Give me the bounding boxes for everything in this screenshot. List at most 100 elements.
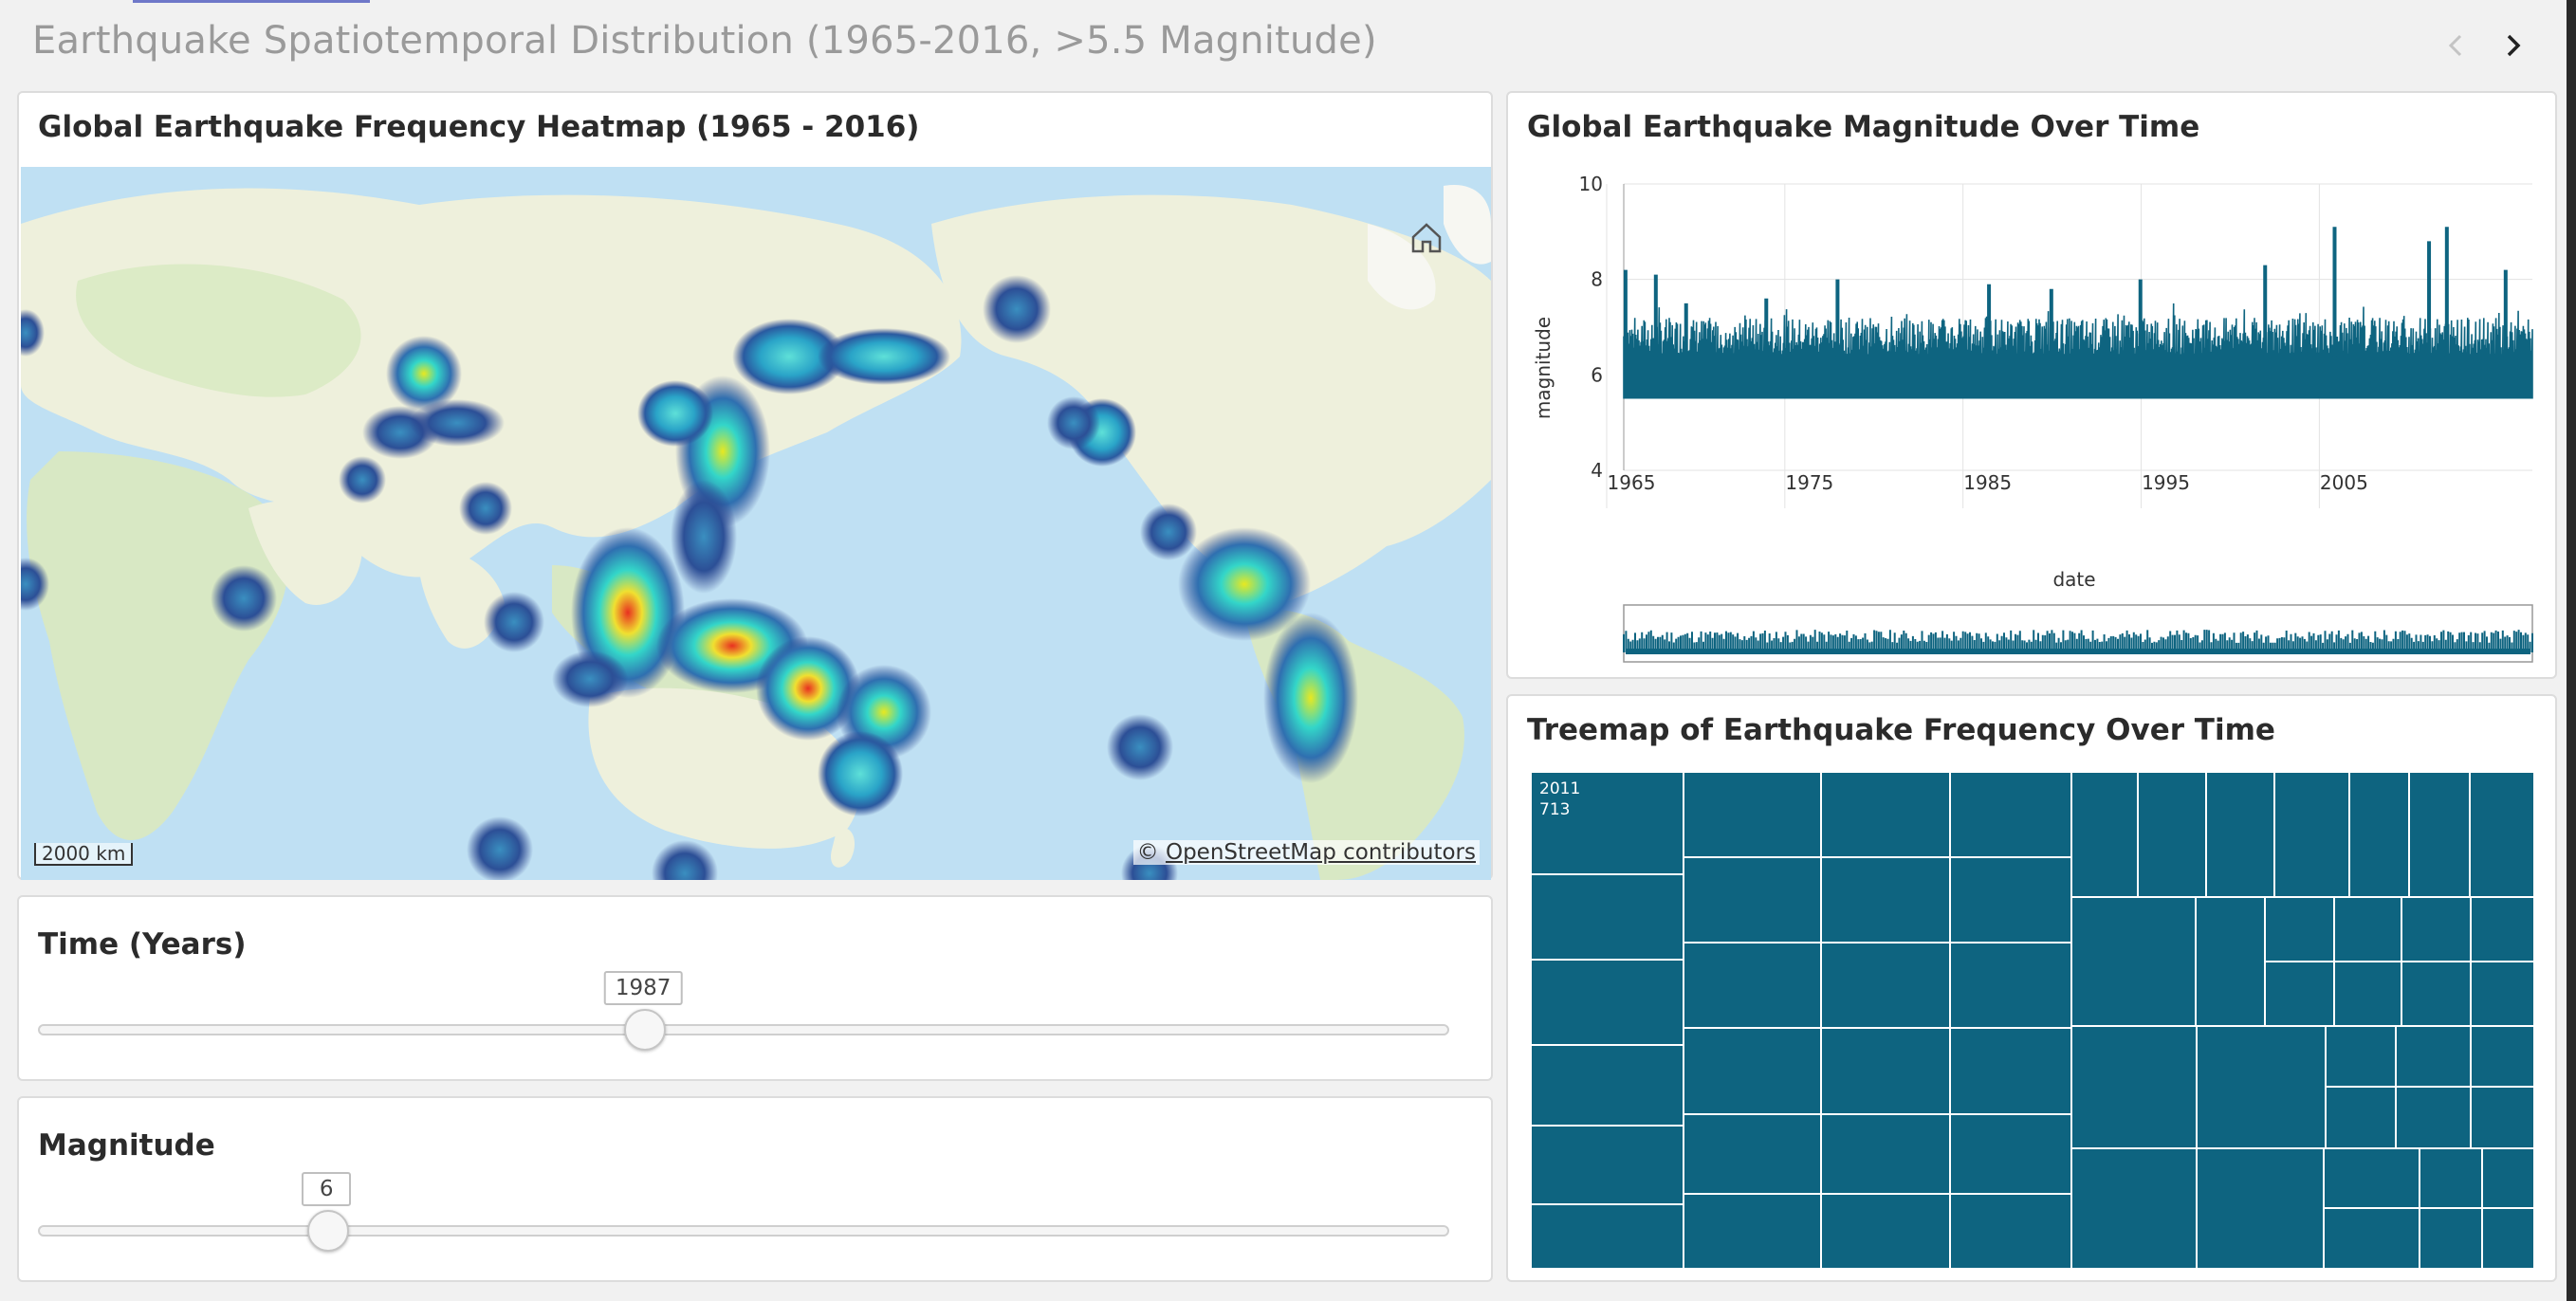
treemap-cell[interactable]: 2011 713 xyxy=(1531,772,1684,874)
treemap-cell[interactable] xyxy=(2420,1208,2482,1269)
x-tick-label: 1975 xyxy=(1785,471,1833,494)
heatmap-map[interactable]: 2000 km © OpenStreetMap contributors xyxy=(21,167,1491,880)
treemap-cell[interactable] xyxy=(2470,1087,2534,1148)
map-scale-bar: 2000 km xyxy=(34,842,134,866)
page-title: Earthquake Spatiotemporal Distribution (… xyxy=(32,19,1377,63)
treemap-cell[interactable] xyxy=(2071,1147,2197,1269)
treemap-cell[interactable] xyxy=(1950,772,2072,858)
treemap-cell[interactable] xyxy=(2396,1087,2471,1148)
treemap-cell[interactable] xyxy=(1531,1045,1684,1127)
magnitude-slider-handle[interactable] xyxy=(307,1210,350,1252)
chevron-left-icon[interactable] xyxy=(2438,27,2475,64)
treemap-cell[interactable] xyxy=(1820,857,1951,944)
y-tick-label: 8 xyxy=(1591,268,1603,291)
treemap-cell[interactable] xyxy=(2333,897,2402,962)
treemap-cell-year: 2011 xyxy=(1539,779,1581,798)
treemap-cell-count: 713 xyxy=(1539,800,1571,819)
treemap-cell[interactable] xyxy=(1531,1126,1684,1205)
heatmap-card: Global Earthquake Frequency Heatmap (196… xyxy=(17,91,1493,880)
treemap-cell[interactable] xyxy=(2196,1147,2325,1269)
y-tick-label: 10 xyxy=(1579,173,1603,195)
treemap-cell[interactable] xyxy=(2325,1026,2397,1088)
treemap-cell[interactable] xyxy=(2195,897,2266,1027)
x-tick-label: 2005 xyxy=(2320,471,2368,494)
treemap-cell[interactable] xyxy=(1683,1113,1821,1195)
treemap-cell[interactable] xyxy=(2071,1026,2198,1148)
x-tick-label: 1995 xyxy=(2142,471,2190,494)
magnitude-filter-card: Magnitude 6 xyxy=(17,1096,1493,1282)
treemap-cell[interactable] xyxy=(1950,1194,2072,1269)
copyright-symbol: © xyxy=(1136,840,1159,865)
chevron-right-icon[interactable] xyxy=(2494,27,2532,64)
treemap-cell[interactable] xyxy=(2197,1026,2326,1148)
y-tick-label: 4 xyxy=(1591,459,1603,482)
treemap-cell[interactable] xyxy=(1820,1113,1951,1195)
magnitude-filter-title: Magnitude xyxy=(38,1128,215,1163)
treemap-cell[interactable] xyxy=(1950,943,2072,1029)
line-chart-ylabel: magnitude xyxy=(1532,317,1555,419)
treemap-cell[interactable] xyxy=(2396,1026,2471,1088)
treemap-cell[interactable] xyxy=(1683,772,1821,858)
treemap-cell[interactable] xyxy=(2265,962,2334,1027)
treemap-cell[interactable] xyxy=(2401,962,2471,1027)
treemap-cell[interactable] xyxy=(2349,772,2410,898)
treemap-cell-label: 2011 713 xyxy=(1539,779,1580,820)
time-slider-value: 1987 xyxy=(603,971,683,1005)
treemap-cell[interactable] xyxy=(1820,943,1951,1029)
treemap-cell[interactable] xyxy=(2071,772,2138,898)
treemap-cell[interactable] xyxy=(2470,962,2534,1027)
time-slider-track[interactable] xyxy=(38,1024,1449,1035)
treemap-cell[interactable] xyxy=(2481,1147,2534,1209)
time-filter-card: Time (Years) 1987 xyxy=(17,895,1493,1081)
treemap-cell[interactable] xyxy=(1950,1113,2072,1195)
treemap-cell[interactable] xyxy=(1683,1028,1821,1114)
map-attribution: © OpenStreetMap contributors xyxy=(1132,840,1480,865)
frequency-treemap[interactable]: 2011 713 xyxy=(1531,772,2534,1269)
line-chart-xlabel: date xyxy=(2052,568,2095,591)
x-tick-label: 1965 xyxy=(1608,471,1656,494)
treemap-card: Treemap of Earthquake Frequency Over Tim… xyxy=(1506,694,2557,1282)
treemap-cell[interactable] xyxy=(1950,857,2072,944)
treemap-cell[interactable] xyxy=(1820,1028,1951,1114)
treemap-cell[interactable] xyxy=(2137,772,2207,898)
heatmap-title: Global Earthquake Frequency Heatmap (196… xyxy=(38,110,920,144)
osm-attribution-link[interactable]: OpenStreetMap contributors xyxy=(1166,840,1476,865)
treemap-cell[interactable] xyxy=(2481,1208,2534,1269)
treemap-cell[interactable] xyxy=(2274,772,2350,898)
magnitude-line-chart[interactable]: magnitude date 10 8 6 41965 1975 1985 1995 2005 xyxy=(1508,93,2555,677)
treemap-cell[interactable] xyxy=(1820,1194,1951,1269)
treemap-cell[interactable] xyxy=(2401,897,2471,962)
home-icon[interactable] xyxy=(1406,216,1447,258)
treemap-cell[interactable] xyxy=(2333,962,2402,1027)
treemap-cell[interactable] xyxy=(2325,1087,2397,1148)
treemap-cell[interactable] xyxy=(1950,1028,2072,1114)
map-canvas[interactable] xyxy=(21,167,1491,880)
treemap-cell[interactable] xyxy=(2470,897,2534,962)
treemap-cell[interactable] xyxy=(1531,873,1684,961)
treemap-cell[interactable] xyxy=(2409,772,2471,898)
treemap-cell[interactable] xyxy=(2324,1147,2420,1209)
magnitude-slider-value: 6 xyxy=(302,1172,352,1206)
treemap-cell[interactable] xyxy=(2324,1208,2420,1269)
time-slider-handle[interactable] xyxy=(624,1009,667,1051)
navigator-band xyxy=(1626,649,2530,654)
treemap-cell[interactable] xyxy=(1531,960,1684,1046)
treemap-cell[interactable] xyxy=(2470,772,2534,898)
treemap-cell[interactable] xyxy=(2071,897,2196,1027)
treemap-cell[interactable] xyxy=(1820,772,1951,858)
treemap-cell[interactable] xyxy=(1683,943,1821,1029)
x-tick-label: 1985 xyxy=(1963,471,2012,494)
magnitude-series-band xyxy=(1624,356,2532,399)
treemap-cell[interactable] xyxy=(1531,1204,1684,1269)
treemap-cell[interactable] xyxy=(1683,1194,1821,1269)
time-filter-title: Time (Years) xyxy=(38,927,247,962)
treemap-cell[interactable] xyxy=(2420,1147,2482,1209)
scale-label: 2000 km xyxy=(34,843,134,866)
treemap-title: Treemap of Earthquake Frequency Over Tim… xyxy=(1527,713,2275,747)
treemap-cell[interactable] xyxy=(2470,1026,2534,1088)
page-header: Earthquake Spatiotemporal Distribution (… xyxy=(0,0,2567,87)
treemap-cell[interactable] xyxy=(1683,857,1821,944)
treemap-cell[interactable] xyxy=(2265,897,2334,962)
treemap-cell[interactable] xyxy=(2206,772,2275,898)
magnitude-slider-track[interactable] xyxy=(38,1225,1449,1237)
